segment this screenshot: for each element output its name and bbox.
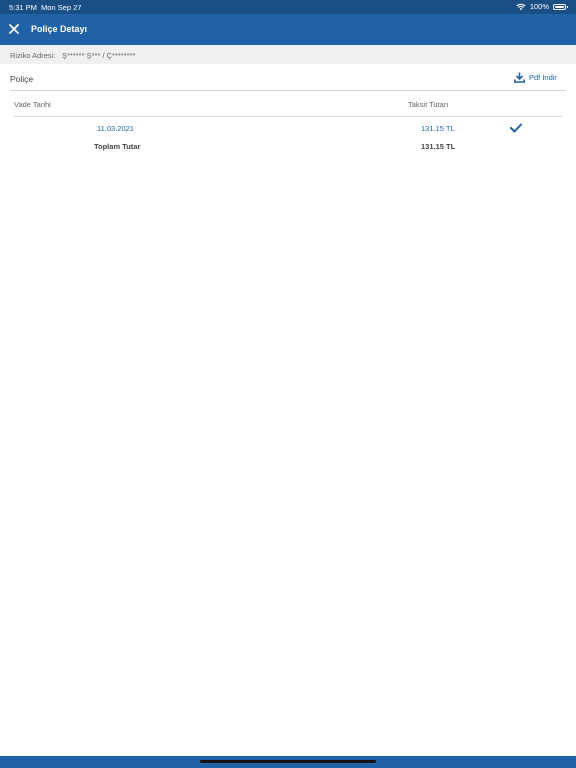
address-label: Riziko Adresi: — [10, 51, 56, 60]
divider — [14, 116, 562, 117]
close-icon — [9, 24, 19, 34]
close-button[interactable] — [6, 21, 22, 37]
status-right: 100% — [516, 2, 568, 11]
pdf-download-button[interactable]: Pdf İndir — [514, 70, 557, 84]
address-row: Riziko Adresi: Ş****** Ş*** / Ç******** — [0, 45, 576, 64]
status-date: Mon Sep 27 — [41, 3, 82, 12]
home-indicator[interactable] — [200, 760, 376, 763]
policy-title: Poliçe — [10, 74, 34, 84]
status-time: 5:31 PM — [9, 3, 37, 12]
checkmark-icon — [510, 123, 522, 133]
wifi-icon — [516, 3, 526, 10]
row-installment-amount: 131.15 TL — [421, 124, 455, 133]
address-value: Ş****** Ş*** / Ç******** — [62, 51, 136, 60]
status-bar: 5:31 PM Mon Sep 27 100% — [0, 0, 576, 14]
row-due-date[interactable]: 11.03.2021 — [97, 124, 134, 133]
total-label: Toplam Tutar — [94, 142, 141, 151]
battery-icon — [553, 3, 568, 10]
column-header-installment-amount: Taksit Tutarı — [408, 100, 449, 109]
battery-percent: 100% — [529, 2, 549, 11]
column-header-due-date: Vade Tarihi — [14, 100, 51, 109]
divider — [10, 90, 566, 91]
total-amount: 131.15 TL — [421, 142, 456, 151]
download-icon — [514, 72, 525, 83]
page-title: Poliçe Detayı — [31, 24, 88, 34]
pdf-download-label: Pdf İndir — [529, 72, 557, 82]
nav-bar: Poliçe Detayı — [0, 14, 576, 45]
